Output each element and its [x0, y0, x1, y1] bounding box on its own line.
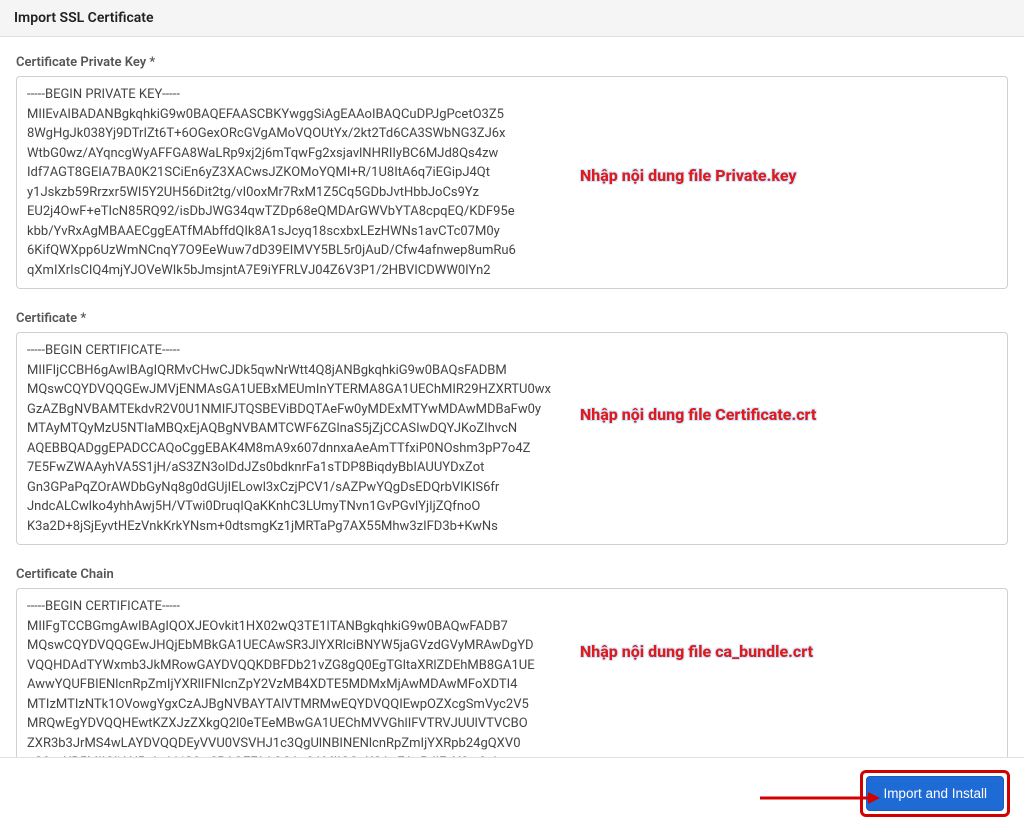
- private-key-group: Certificate Private Key *: [16, 55, 1008, 293]
- private-key-label: Certificate Private Key *: [16, 55, 1008, 70]
- footer: Import and Install: [0, 757, 1024, 829]
- import-install-button[interactable]: Import and Install: [866, 776, 1004, 811]
- certificate-textarea[interactable]: [16, 332, 1008, 545]
- panel-header: Import SSL Certificate: [0, 0, 1024, 37]
- certificate-group: Certificate *: [16, 311, 1008, 549]
- panel-title: Import SSL Certificate: [14, 10, 1010, 26]
- certificate-label: Certificate *: [16, 311, 1008, 326]
- form-body: Certificate Private Key * Certificate * …: [0, 37, 1024, 833]
- certificate-chain-label: Certificate Chain: [16, 567, 1008, 582]
- private-key-textarea[interactable]: [16, 76, 1008, 289]
- highlight-frame: Import and Install: [860, 770, 1010, 817]
